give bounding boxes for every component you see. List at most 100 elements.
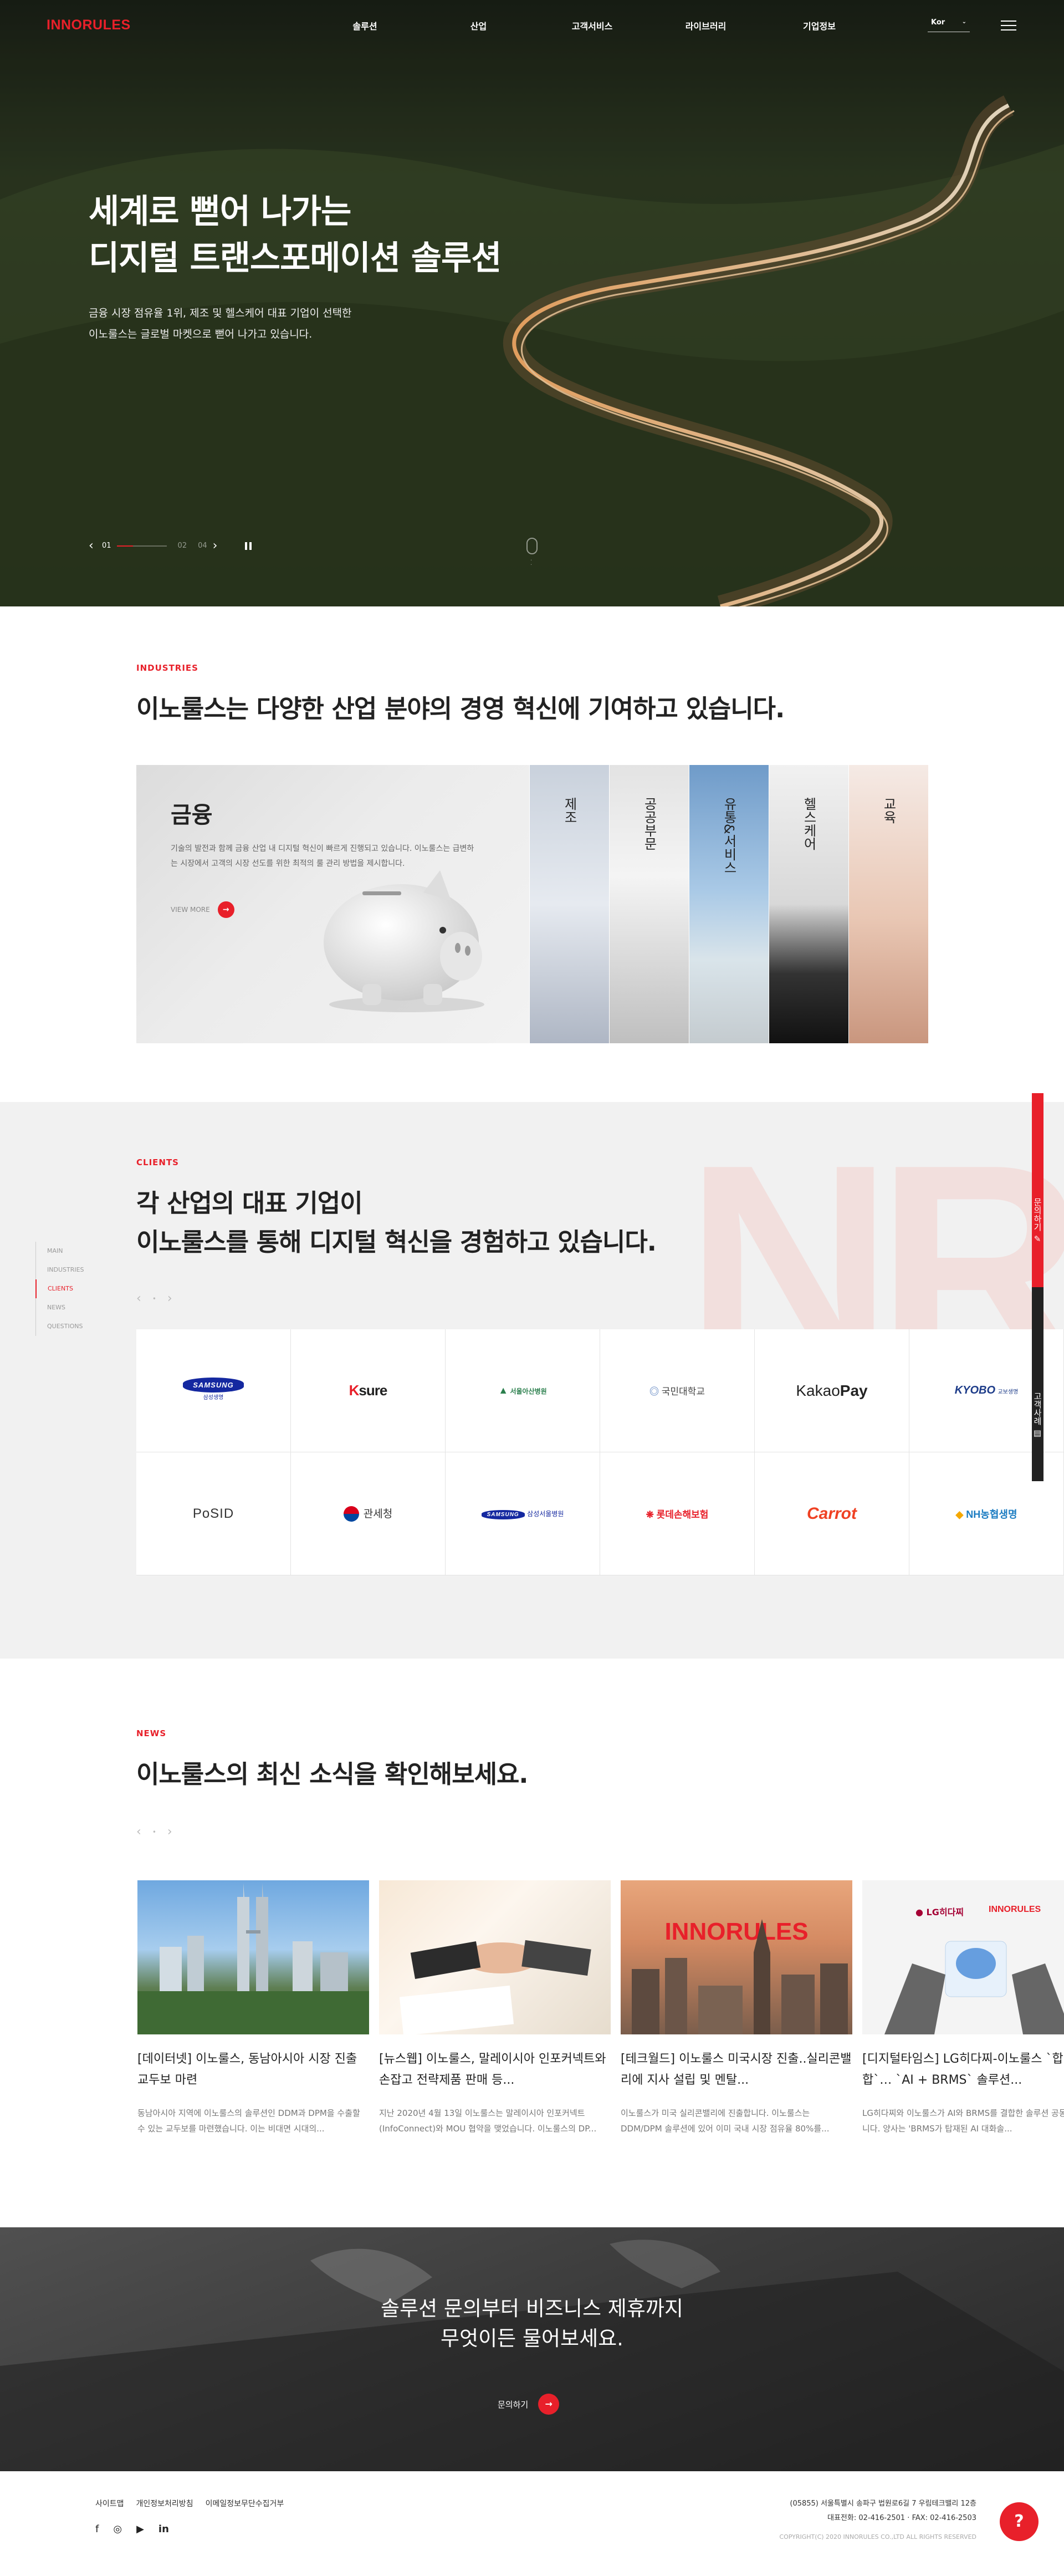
cta-title: 솔루션 문의부터 비즈니스 제휴까지 무엇이든 물어보세요. bbox=[0, 2294, 1064, 2354]
nav-solution[interactable]: 솔루션 bbox=[308, 19, 422, 32]
news-image-city: INNORULES bbox=[621, 1880, 852, 2034]
floating-cases-button[interactable]: 고객사례 ▤ bbox=[1032, 1287, 1043, 1481]
client-customs[interactable]: 관세청 bbox=[291, 1452, 446, 1575]
news-image-puzzle: ● LG히다찌 INNORULES bbox=[862, 1880, 1064, 2034]
handshake-image bbox=[399, 1940, 591, 2034]
kookmin-text: 국민대학교 bbox=[661, 1386, 705, 1397]
city-towers-image bbox=[632, 1919, 848, 2034]
nav-customer-service[interactable]: 고객서비스 bbox=[535, 19, 649, 32]
news-card[interactable]: [데이터넷] 이노룰스, 동남아시아 시장 진출 교두보 마련 동남아시아 지역… bbox=[137, 1880, 369, 2136]
news-card[interactable]: [뉴스웹] 이노룰스, 말레이시아 인포커넥트와 손잡고 전략제품 판매 등..… bbox=[379, 1880, 611, 2136]
contact-cta-section: 솔루션 문의부터 비즈니스 제휴까지 무엇이든 물어보세요. 문의하기 → bbox=[0, 2227, 1064, 2471]
view-more-button[interactable]: VIEW MORE → bbox=[171, 901, 234, 918]
hero-title-line1: 세계로 뻗어 나가는 bbox=[89, 192, 351, 231]
industry-active-name: 금융 bbox=[171, 802, 213, 828]
client-kookmin[interactable]: ◎ 국민대학교 bbox=[600, 1329, 755, 1452]
side-nav-industries[interactable]: INDUSTRIES bbox=[35, 1261, 113, 1279]
seoul-asan-logo: ▲ 서울아산병원 bbox=[498, 1385, 546, 1396]
client-samsung-life[interactable]: SAMSUNG 삼성생명 bbox=[136, 1329, 291, 1452]
news-prev-arrow-icon[interactable]: ‹ bbox=[136, 1825, 141, 1839]
client-carrot[interactable]: Carrot bbox=[755, 1452, 909, 1575]
skyline-image bbox=[137, 1883, 369, 2034]
industry-active-card[interactable]: 금융 기술의 발전과 함께 금융 산업 내 디지털 혁신이 빠르게 진행되고 있… bbox=[136, 765, 529, 1043]
news-image-handshake bbox=[379, 1880, 611, 2034]
news-card[interactable]: INNORULES [테크월드] 이노룰스 미국시장 진출..실리콘밸리에 지사… bbox=[621, 1880, 852, 2136]
side-nav-questions[interactable]: QUESTIONS bbox=[35, 1317, 113, 1336]
logo[interactable]: INNORULES bbox=[47, 17, 131, 33]
next-slide-icon[interactable]: › bbox=[213, 539, 226, 553]
industry-retail[interactable]: 유통&서비스 bbox=[689, 765, 769, 1043]
client-posid[interactable]: PoSID bbox=[136, 1452, 291, 1575]
floating-side-buttons: 문의하기 ✎ 고객사례 ▤ bbox=[1032, 1093, 1064, 1481]
news-desc: LG히다찌와 이노룰스가 AI와 BRMS를 결합한 솔루션 공동개발합니다. … bbox=[862, 2108, 1064, 2134]
customs-logo: 관세청 bbox=[343, 1506, 393, 1522]
footer-link-email-policy[interactable]: 이메일정보무단수집거부 bbox=[206, 2498, 284, 2509]
main-nav: 솔루션 산업 고객서비스 라이브러리 기업정보 bbox=[308, 19, 876, 32]
kakaopay-logo: KakaoPay bbox=[796, 1382, 867, 1400]
client-samsung-hospital[interactable]: SAMSUNG 삼성서울병원 bbox=[446, 1452, 600, 1575]
industry-healthcare[interactable]: 헬스케어 bbox=[769, 765, 848, 1043]
kakao-text: Kakao bbox=[796, 1381, 840, 1399]
prev-arrow-icon[interactable]: ‹ bbox=[136, 1292, 141, 1305]
footer-copyright: COPYRIGHT(C) 2020 INNORULES CO.,LTD ALL … bbox=[779, 2533, 976, 2541]
industry-public[interactable]: 공공부문 bbox=[609, 765, 689, 1043]
floating-cases-label: 고객사례 bbox=[1032, 1391, 1042, 1425]
clients-title-line1: 각 산업의 대표 기업이 bbox=[136, 1188, 363, 1218]
language-select[interactable]: Kor ⌄ bbox=[928, 17, 970, 32]
linkedin-icon[interactable]: in bbox=[158, 2523, 169, 2535]
footer-link-privacy[interactable]: 개인정보처리방침 bbox=[136, 2498, 193, 2509]
industry-label-education: 교육 bbox=[881, 797, 897, 824]
floating-inquiry-label: 문의하기 bbox=[1032, 1197, 1042, 1231]
client-lotte[interactable]: ❋ 롯데손해보험 bbox=[600, 1452, 755, 1575]
instagram-icon[interactable]: ◎ bbox=[113, 2523, 122, 2535]
hero-slider-controls: ‹ 01 02 04 › bbox=[89, 539, 252, 553]
help-question-icon[interactable]: ? bbox=[1000, 2502, 1039, 2541]
client-ksure[interactable]: Ksure bbox=[291, 1329, 446, 1452]
side-nav-news[interactable]: NEWS bbox=[35, 1298, 113, 1317]
nav-industry[interactable]: 산업 bbox=[422, 19, 535, 32]
scroll-mouse-icon bbox=[526, 538, 538, 554]
kyobo-logo: KYOBO bbox=[954, 1384, 996, 1396]
ksure-logo: Ksure bbox=[349, 1382, 388, 1399]
client-logo-grid: SAMSUNG 삼성생명 Ksure ▲ 서울아산병원 ◎ 국민대학교 Kakao… bbox=[136, 1329, 1064, 1575]
pay-text: Pay bbox=[840, 1381, 868, 1399]
side-nav-clients[interactable]: CLIENTS bbox=[35, 1279, 113, 1298]
slide-progress-fill bbox=[116, 545, 134, 547]
industries-tag: INDUSTRIES bbox=[136, 663, 198, 673]
client-seoul-asan[interactable]: ▲ 서울아산병원 bbox=[446, 1329, 600, 1452]
footer-social: f ◎ ▶ in bbox=[95, 2523, 183, 2535]
footer-link-sitemap[interactable]: 사이트맵 bbox=[95, 2498, 124, 2509]
lotte-mark-icon: ❋ bbox=[646, 1509, 654, 1520]
footer-address: (05855) 서울특별시 송파구 법원로6길 7 우림테크밸리 12층 대표전… bbox=[790, 2497, 976, 2526]
clients-title-line2: 이노룰스를 통해 디지털 혁신을 경험하고 있습니다. bbox=[136, 1227, 657, 1257]
footer-phone: 대표전화: 02-416-2501 · FAX: 02-416-2503 bbox=[827, 2514, 976, 2522]
next-arrow-icon[interactable]: › bbox=[167, 1292, 172, 1305]
client-kakaopay[interactable]: KakaoPay bbox=[755, 1329, 909, 1452]
facebook-icon[interactable]: f bbox=[95, 2523, 99, 2535]
slide-next: 02 bbox=[177, 542, 187, 550]
industry-education[interactable]: 교육 bbox=[848, 765, 928, 1043]
prev-slide-icon[interactable]: ‹ bbox=[89, 539, 102, 553]
side-nav-main[interactable]: MAIN bbox=[35, 1242, 113, 1261]
view-more-label: VIEW MORE bbox=[171, 906, 210, 914]
news-card[interactable]: ● LG히다찌 INNORULES [디지털타임스] LG히다찌-이노룰스 `합… bbox=[862, 1880, 1064, 2136]
pause-icon[interactable] bbox=[244, 542, 252, 550]
industry-manufacturing[interactable]: 제조 bbox=[529, 765, 609, 1043]
hero-title: 세계로 뻗어 나가는 디지털 트랜스포메이션 솔루션 bbox=[89, 188, 502, 282]
menu-icon[interactable] bbox=[1001, 21, 1016, 32]
cta-inquiry-button[interactable]: 문의하기 → bbox=[498, 2394, 560, 2415]
news-desc: 이노룰스가 미국 실리콘밸리에 진출합니다. 이노룰스는 DDM/DPM 솔루션… bbox=[621, 2108, 830, 2134]
nav-library[interactable]: 라이브러리 bbox=[649, 19, 763, 32]
nav-company[interactable]: 기업정보 bbox=[763, 19, 876, 32]
news-tag: NEWS bbox=[136, 1728, 167, 1738]
industries-title: 이노룰스는 다양한 산업 분야의 경영 혁신에 기여하고 있습니다. bbox=[136, 694, 785, 723]
clients-title: 각 산업의 대표 기업이 이노룰스를 통해 디지털 혁신을 경험하고 있습니다. bbox=[136, 1184, 657, 1262]
hero-section: 세계로 뻗어 나가는 디지털 트랜스포메이션 솔루션 금융 시장 점유율 1위,… bbox=[0, 0, 1064, 606]
news-desc: 지난 2020년 4월 13일 이노룰스는 말레이시아 인포커넥트(InfoCo… bbox=[379, 2108, 597, 2134]
posid-logo: PoSID bbox=[192, 1506, 234, 1521]
samsung-hospital-mark: SAMSUNG bbox=[481, 1509, 525, 1519]
customs-text: 관세청 bbox=[363, 1508, 393, 1520]
news-next-arrow-icon[interactable]: › bbox=[167, 1825, 172, 1839]
youtube-icon[interactable]: ▶ bbox=[136, 2523, 144, 2535]
floating-inquiry-button[interactable]: 문의하기 ✎ bbox=[1032, 1093, 1043, 1287]
